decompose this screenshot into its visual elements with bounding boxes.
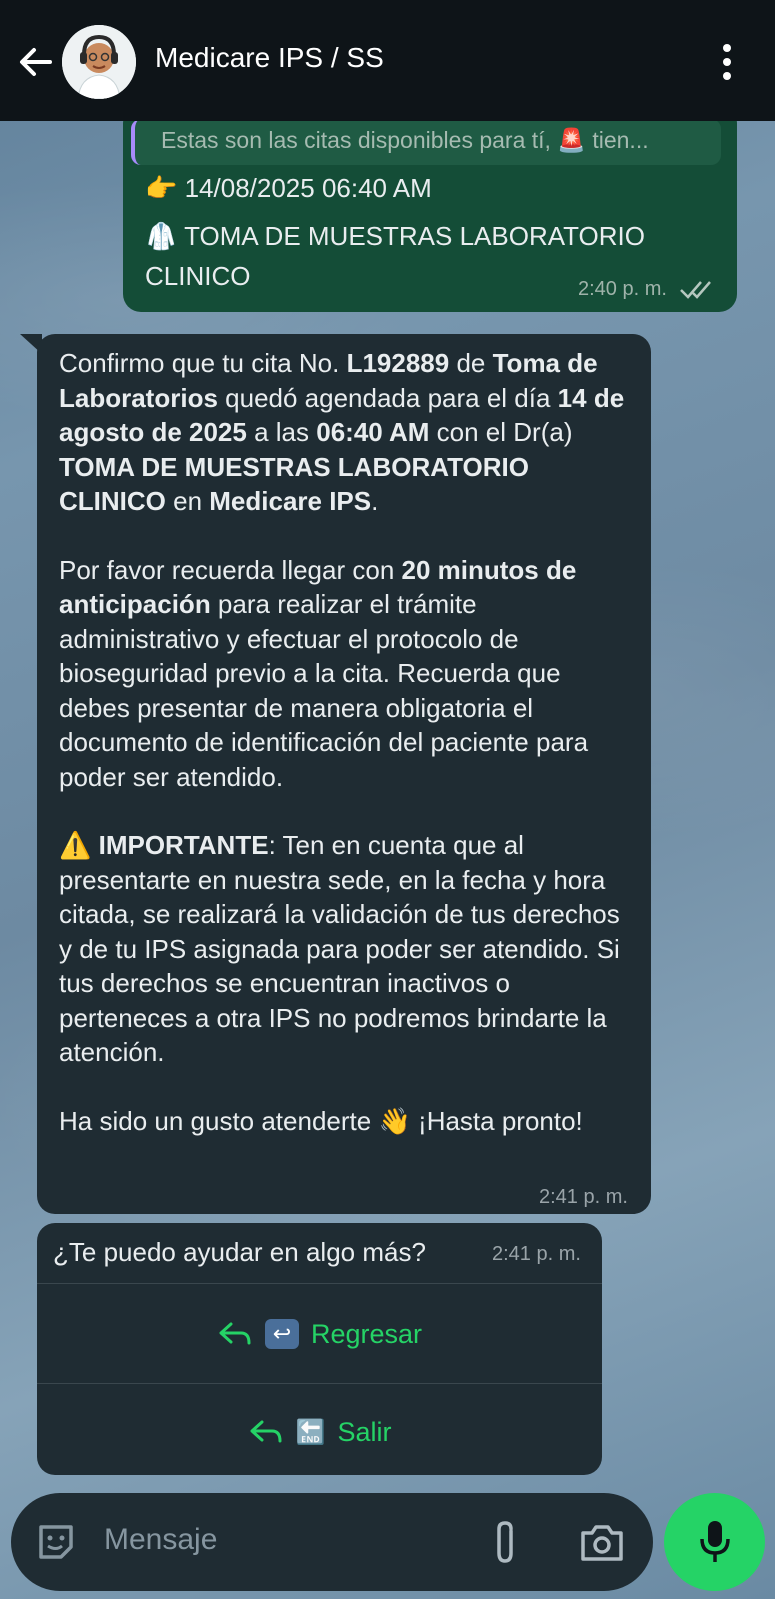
appointment-service-cont: CLINICO <box>145 261 251 291</box>
outgoing-message[interactable]: Estas son las citas disponibles para tí,… <box>123 105 737 312</box>
reply-icon <box>219 1322 251 1345</box>
text: para realizar el trámite administrativo … <box>59 589 589 792</box>
incoming-message[interactable]: Confirmo que tu cita No. L192889 de Toma… <box>37 334 651 1214</box>
voice-message-button[interactable] <box>664 1493 765 1591</box>
appointment-service: 🥼 TOMA DE MUESTRAS LABORATORIO <box>145 221 645 251</box>
question-text: ¿Te puedo ayudar en algo más? <box>53 1237 426 1267</box>
text: . <box>371 486 379 516</box>
read-receipt-icon <box>680 281 711 299</box>
message-time: 2:41 p. m. <box>492 1243 581 1265</box>
text: Por favor recuerda llegar con <box>59 554 402 585</box>
more-options-icon[interactable] <box>712 40 742 84</box>
warning-icon: ⚠️ <box>59 830 99 860</box>
salir-label: Salir <box>337 1416 392 1447</box>
back-arrow-icon[interactable] <box>14 40 58 84</box>
text: a las <box>246 417 317 447</box>
important-label: IMPORTANTE <box>98 830 269 860</box>
text: con el Dr(a) <box>429 417 573 447</box>
appointment-number: L192889 <box>346 348 450 378</box>
paragraph-goodbye: Ha sido un gusto atenderte 👋 ¡Hasta pron… <box>59 1105 583 1136</box>
text: en <box>165 486 210 516</box>
return-arrow-icon: ↩ <box>264 1319 299 1349</box>
paragraph-reminder: Por favor recuerda llegar con 20 minutos… <box>59 553 629 795</box>
message-input[interactable]: Mensaje <box>104 1523 217 1557</box>
appointment-date: 👉 14/08/2025 06:40 AM <box>145 173 432 203</box>
reply-icon <box>250 1420 282 1443</box>
clinic-name: Medicare IPS <box>209 486 372 516</box>
quoted-message[interactable]: Estas son las citas disponibles para tí,… <box>131 119 721 165</box>
chat-title[interactable]: Medicare IPS / SS <box>155 42 384 74</box>
end-icon: 🔚 <box>295 1418 326 1446</box>
sticker-icon[interactable] <box>33 1519 79 1565</box>
confirmation-text: Confirmo que tu cita No. L192889 de Toma… <box>59 346 629 1138</box>
paragraph-confirmation: Confirmo que tu cita No. L192889 de Toma… <box>59 346 629 519</box>
message-time: 2:41 p. m. <box>539 1186 628 1208</box>
text: quedó agendada para el día <box>217 382 558 413</box>
message-time: 2:40 p. m. <box>578 278 667 300</box>
appointment-hour: 06:40 AM <box>316 417 430 447</box>
text: de <box>449 348 493 378</box>
chat-header: Medicare IPS / SS <box>0 0 775 121</box>
divider <box>37 1283 602 1284</box>
regresar-button[interactable]: ↩ Regresar <box>37 1285 602 1383</box>
quoted-text: Estas son las citas disponibles para tí,… <box>161 127 649 153</box>
salir-button[interactable]: 🔚 Salir <box>37 1383 602 1481</box>
regresar-label: Regresar <box>310 1318 423 1349</box>
contact-avatar[interactable] <box>62 25 136 99</box>
attach-icon[interactable] <box>487 1517 523 1567</box>
paragraph-important: ⚠️ IMPORTANTE: Ten en cuenta que al pres… <box>59 828 629 1070</box>
options-message: ¿Te puedo ayudar en algo más? 2:41 p. m.… <box>37 1223 602 1475</box>
text: : Ten en cuenta que al presentarte en nu… <box>59 830 620 1067</box>
camera-icon[interactable] <box>579 1521 625 1563</box>
message-input-bar: Mensaje <box>11 1493 653 1591</box>
microphone-icon <box>700 1521 730 1562</box>
text: Confirmo que tu cita No. <box>59 348 347 378</box>
